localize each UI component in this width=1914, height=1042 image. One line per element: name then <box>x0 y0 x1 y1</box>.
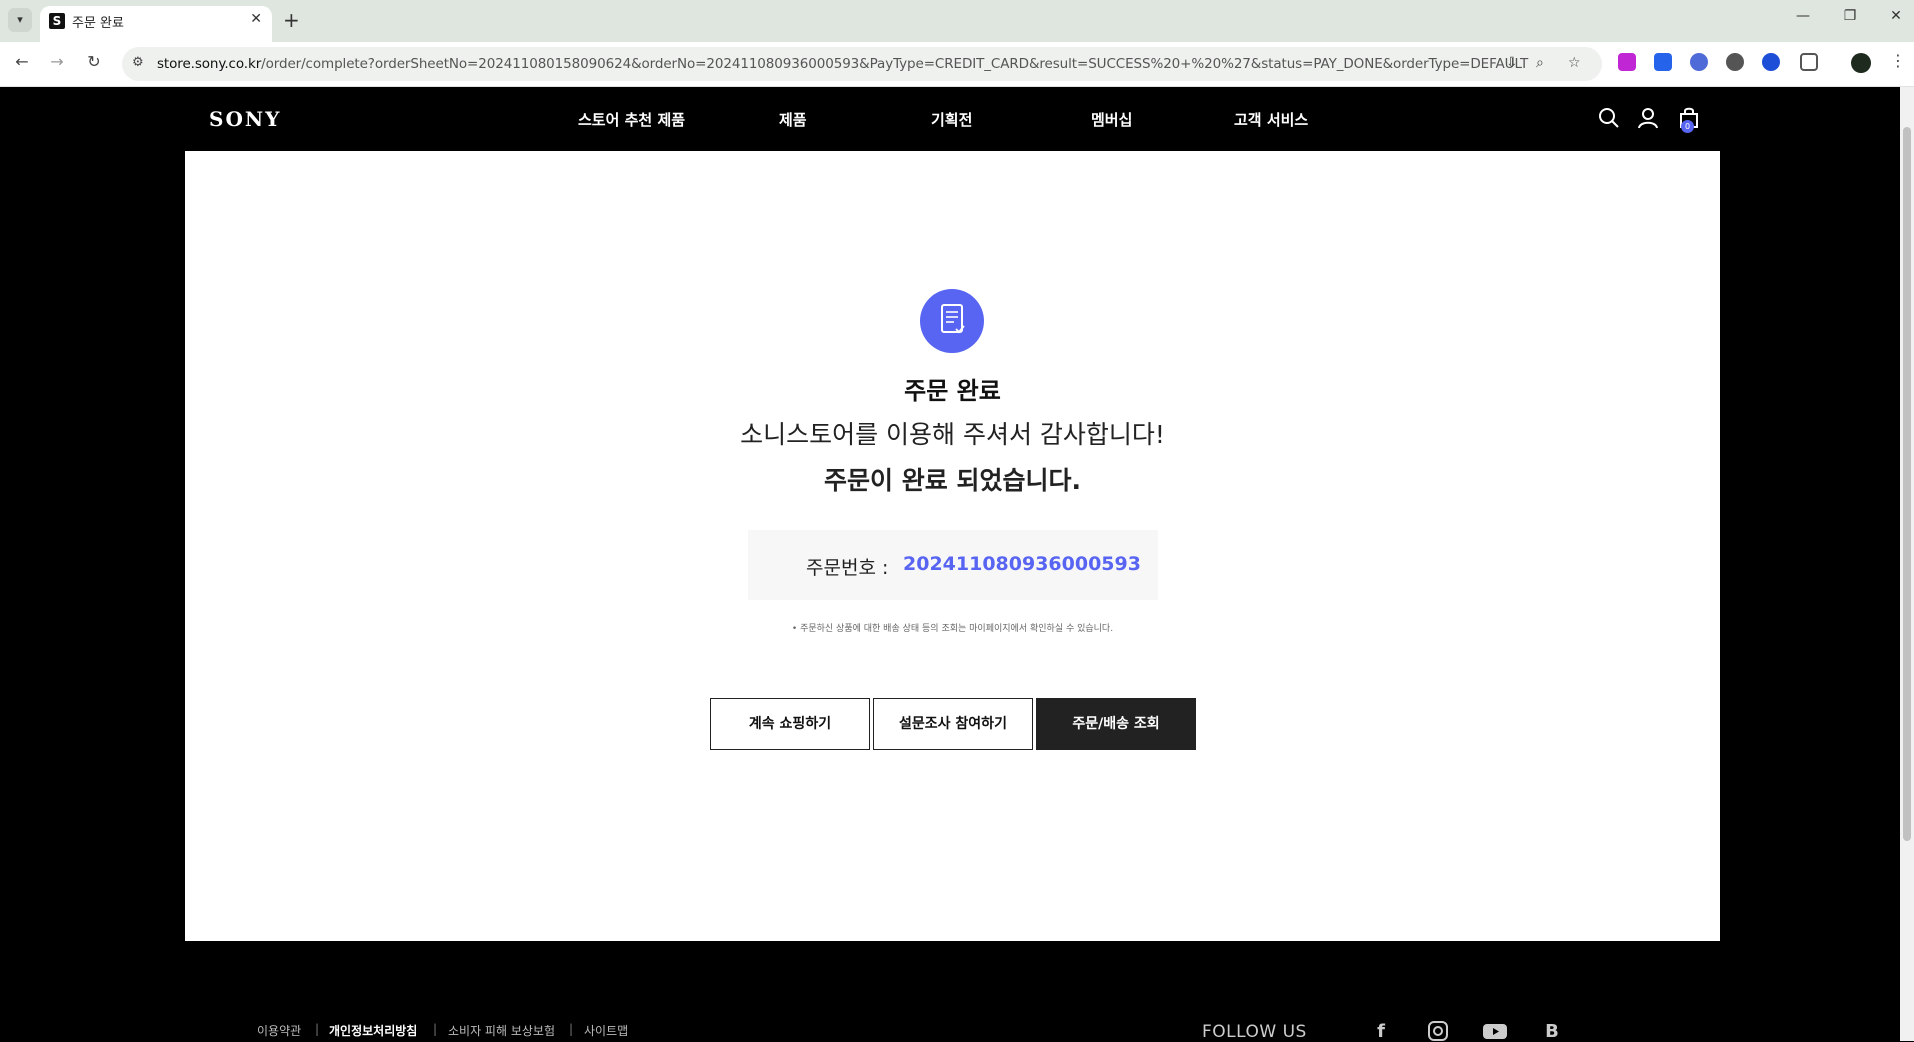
scrollbar-thumb[interactable] <box>1903 127 1911 841</box>
search-icon[interactable] <box>1598 107 1620 129</box>
footer-link-privacy[interactable]: 개인정보처리방침 <box>329 1022 417 1039</box>
browser-tab[interactable]: S 주문 완료 ✕ <box>40 6 272 42</box>
restore-icon[interactable]: ❐ <box>1830 8 1870 24</box>
extension-icon[interactable] <box>1762 53 1780 71</box>
instagram-icon[interactable] <box>1425 1021 1451 1041</box>
thanks-message: 소니스토어를 이용해 주셔서 감사합니다! <box>740 420 1165 449</box>
extension-icon[interactable] <box>1726 53 1744 71</box>
arrow-left-icon[interactable]: ← <box>10 52 34 71</box>
footer-link-terms[interactable]: 이용약관 <box>257 1022 301 1039</box>
order-number-box: 주문번호 : 202411080936000593 <box>748 530 1158 600</box>
order-complete-panel: 주문 완료 소니스토어를 이용해 주셔서 감사합니다! 주문이 완료 되었습니다… <box>185 151 1720 941</box>
avatar[interactable] <box>1851 53 1871 73</box>
page-viewport: SONY 스토어 추천 제품 제품 기획전 멤버십 고객 서비스 0 주문 완료… <box>0 87 1900 1042</box>
menu-products[interactable]: 제품 <box>779 109 807 130</box>
order-notice: • 주문하신 상품에 대한 배송 상태 등의 조회는 마이페이지에서 확인하실 … <box>791 624 1114 634</box>
facebook-icon[interactable]: f <box>1368 1021 1394 1042</box>
plus-icon[interactable]: + <box>283 8 300 32</box>
order-done-message: 주문이 완료 되었습니다. <box>824 466 1081 495</box>
page-scrollbar[interactable] <box>1900 87 1914 1041</box>
cart-count-badge: 0 <box>1681 120 1694 133</box>
extension-icon[interactable] <box>1690 53 1708 71</box>
follow-us-label: FOLLOW US <box>1202 1022 1307 1042</box>
menu-recommended[interactable]: 스토어 추천 제품 <box>578 109 685 130</box>
footer-divider: | <box>315 1022 320 1036</box>
favicon-icon: S <box>49 13 65 29</box>
sony-logo[interactable]: SONY <box>209 107 281 131</box>
menu-membership[interactable]: 멤버십 <box>1091 109 1132 130</box>
footer-link-insurance[interactable]: 소비자 피해 보상보험 <box>448 1022 555 1039</box>
site-header: SONY 스토어 추천 제품 제품 기획전 멤버십 고객 서비스 0 <box>0 87 1900 151</box>
tab-title: 주문 완료 <box>72 16 124 31</box>
footer-link-sitemap[interactable]: 사이트맵 <box>584 1022 628 1039</box>
more-vertical-icon[interactable]: ⋮ <box>1890 51 1906 70</box>
order-document-icon <box>920 289 984 353</box>
order-number-label: 주문번호 : <box>806 557 889 579</box>
url-text[interactable]: store.sony.co.kr/order/complete?orderShe… <box>157 56 1528 72</box>
arrow-right-icon[interactable]: → <box>45 52 69 71</box>
survey-button[interactable]: 설문조사 참여하기 <box>873 698 1033 750</box>
blog-icon[interactable]: B <box>1539 1021 1565 1042</box>
zoom-icon[interactable]: ⌕ <box>1536 55 1544 71</box>
puzzle-icon[interactable] <box>1800 53 1818 71</box>
user-icon[interactable] <box>1637 107 1659 129</box>
page-title: 주문 완료 <box>904 377 1001 405</box>
order-number-value: 202411080936000593 <box>903 553 1141 575</box>
order-tracking-button[interactable]: 주문/배송 조회 <box>1036 698 1196 750</box>
footer-divider: | <box>569 1022 574 1036</box>
close-window-icon[interactable]: ✕ <box>1876 8 1914 24</box>
browser-toolbar: ← → ↻ ⚙ store.sony.co.kr/order/complete?… <box>0 42 1914 87</box>
minimize-icon[interactable]: — <box>1783 8 1823 24</box>
browser-tab-strip: ▾ S 주문 완료 ✕ + — ❐ ✕ <box>0 0 1914 42</box>
address-bar[interactable]: ⚙ store.sony.co.kr/order/complete?orderS… <box>122 47 1602 81</box>
reload-icon[interactable]: ↻ <box>82 52 106 71</box>
close-icon[interactable]: ✕ <box>250 11 262 27</box>
footer-divider: | <box>433 1022 438 1036</box>
chevron-down-icon[interactable]: ▾ <box>8 8 32 32</box>
tune-icon[interactable]: ⚙ <box>132 55 144 70</box>
extension-icon[interactable] <box>1618 53 1636 71</box>
extension-icon[interactable] <box>1654 53 1672 71</box>
install-icon[interactable]: ⇩ <box>1506 55 1518 71</box>
continue-shopping-button[interactable]: 계속 쇼핑하기 <box>710 698 870 750</box>
menu-customer-service[interactable]: 고객 서비스 <box>1234 109 1308 130</box>
menu-promotions[interactable]: 기획전 <box>931 109 972 130</box>
youtube-icon[interactable] <box>1482 1021 1508 1041</box>
star-icon[interactable]: ☆ <box>1568 55 1581 71</box>
